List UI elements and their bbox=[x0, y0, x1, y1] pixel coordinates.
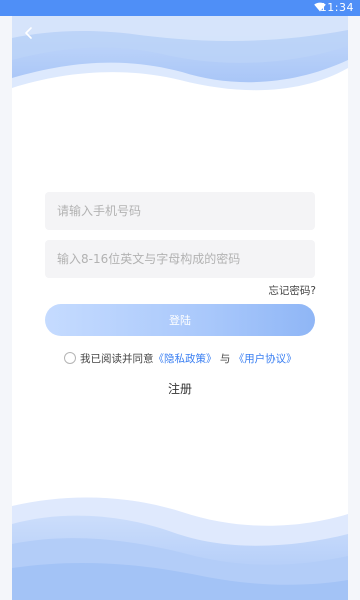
login-button[interactable]: 登陆 bbox=[45, 304, 315, 336]
agree-checkbox[interactable] bbox=[64, 352, 76, 364]
agreement-connector: 与 bbox=[219, 353, 231, 365]
privacy-policy-link[interactable]: 《隐私政策》 bbox=[154, 353, 217, 365]
forgot-password-link[interactable]: 忘记密码? bbox=[268, 283, 316, 298]
top-wave-decoration bbox=[12, 16, 348, 106]
phone-input[interactable] bbox=[45, 192, 315, 230]
login-card: 忘记密码? 登陆 我已阅读并同意《隐私政策》 与 《用户协议》 注册 bbox=[12, 16, 348, 600]
status-time: 11:34 bbox=[319, 1, 354, 14]
agreement-text: 我已阅读并同意《隐私政策》 与 《用户协议》 bbox=[80, 351, 297, 366]
bottom-wave-decoration bbox=[12, 497, 348, 600]
register-link[interactable]: 注册 bbox=[12, 380, 348, 397]
status-bar: 11:34 bbox=[0, 0, 360, 16]
back-button[interactable] bbox=[22, 25, 36, 41]
agreement-prefix: 我已阅读并同意 bbox=[80, 353, 154, 365]
password-input[interactable] bbox=[45, 240, 315, 278]
user-agreement-link[interactable]: 《用户协议》 bbox=[234, 353, 297, 365]
